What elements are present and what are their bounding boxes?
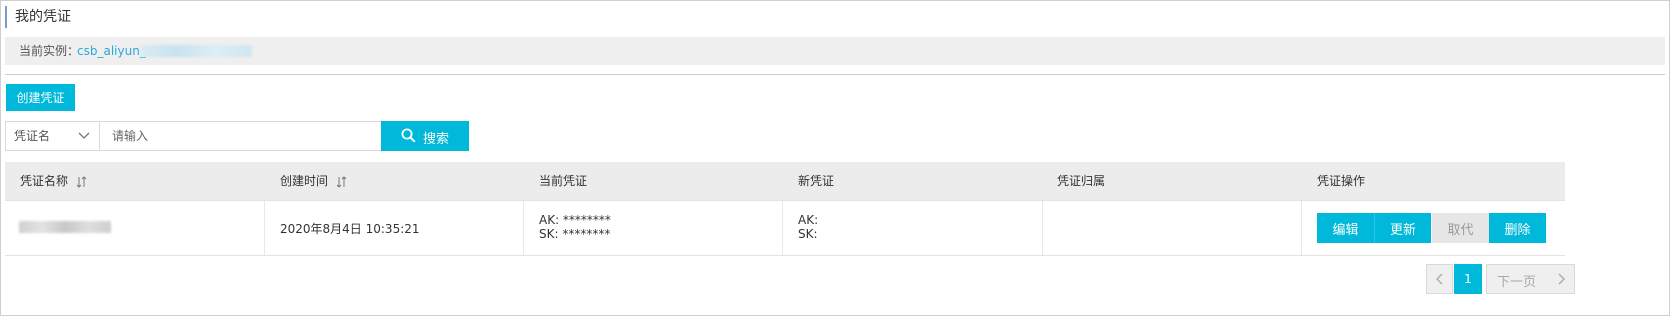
search-field-select-value: 凭证名 (14, 129, 51, 143)
chevron-down-icon (78, 132, 90, 139)
column-header-label: 凭证名称 (20, 174, 69, 188)
next-page-label: 下一页 (1497, 275, 1537, 290)
column-divider (523, 201, 524, 255)
column-header-current: 当前凭证 (539, 174, 588, 188)
column-divider (1042, 201, 1043, 255)
edit-button[interactable]: 编辑 (1317, 213, 1374, 243)
search-field-select[interactable]: 凭证名 (5, 121, 100, 151)
divider (5, 74, 1665, 75)
column-divider (1301, 201, 1302, 255)
table-header: 凭证名称 创建时间 当前凭证 新凭证 凭证归属 凭证操作 (5, 162, 1565, 201)
column-header-new: 新凭证 (798, 174, 835, 188)
prev-page-button (1426, 264, 1453, 294)
create-credential-button[interactable]: 创建凭证 (6, 84, 75, 111)
chevron-right-icon (1558, 273, 1565, 285)
new-ak: AK: (798, 213, 819, 227)
search-input[interactable] (100, 121, 393, 151)
page-number-button[interactable]: 1 (1454, 264, 1482, 294)
column-header-name[interactable]: 凭证名称 (20, 162, 87, 200)
credential-name-redacted (19, 221, 111, 233)
delete-button[interactable]: 删除 (1489, 213, 1546, 243)
column-divider (782, 201, 783, 255)
instance-link[interactable]: csb_aliyun_ (77, 37, 146, 65)
new-sk: SK: (798, 227, 818, 241)
replace-button: 取代 (1432, 213, 1489, 243)
search-button[interactable]: 搜索 (381, 121, 469, 151)
instance-label: 当前实例： (19, 44, 80, 58)
current-sk: SK: ******** (539, 227, 611, 241)
column-header-owner: 凭证归属 (1057, 174, 1106, 188)
current-ak: AK: ******** (539, 213, 611, 227)
update-button[interactable]: 更新 (1374, 213, 1431, 243)
sort-icon[interactable] (336, 175, 347, 188)
chevron-left-icon (1436, 273, 1443, 285)
page-title: 我的凭证 (5, 6, 415, 28)
next-page-button: 下一页 (1486, 264, 1575, 294)
column-header-actions: 凭证操作 (1317, 174, 1366, 188)
column-divider (264, 201, 265, 255)
sort-icon[interactable] (76, 175, 87, 188)
current-credential: AK: ******** SK: ******** (539, 213, 611, 267)
instance-redacted (140, 45, 252, 57)
credentials-table: 凭证名称 创建时间 当前凭证 新凭证 凭证归属 凭证操作 2020年8月4日 1… (5, 162, 1565, 256)
column-header-label: 创建时间 (280, 174, 329, 188)
new-credential: AK: SK: (798, 213, 818, 267)
created-time: 2020年8月4日 10:35:21 (280, 222, 420, 236)
table-row: 2020年8月4日 10:35:21 AK: ******** SK: ****… (5, 201, 1565, 256)
instance-bar: 当前实例： csb_aliyun_ (5, 37, 1665, 65)
credentials-panel: 我的凭证 当前实例： csb_aliyun_ 创建凭证 凭证名 搜索 凭证名称 (0, 0, 1670, 316)
search-icon (401, 128, 416, 143)
column-header-created[interactable]: 创建时间 (280, 162, 347, 200)
search-button-label: 搜索 (423, 132, 450, 147)
